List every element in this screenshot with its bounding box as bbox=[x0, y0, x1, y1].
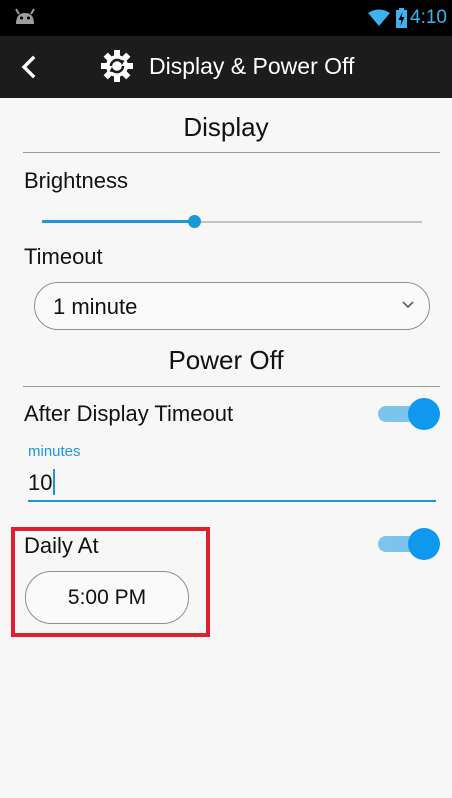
minutes-input-value: 10 bbox=[28, 470, 53, 495]
display-section-title: Display bbox=[183, 112, 269, 142]
status-clock: 4:10 bbox=[410, 7, 447, 28]
daily-time-button[interactable]: 5:00 PM bbox=[25, 571, 189, 624]
status-bar: 4:10 bbox=[0, 0, 452, 36]
wifi-icon bbox=[368, 9, 390, 26]
app-bar: Display & Power Off bbox=[0, 36, 452, 98]
text-caret bbox=[53, 469, 56, 495]
timeout-select-value: 1 minute bbox=[53, 294, 138, 319]
slider-fill bbox=[42, 220, 194, 223]
timeout-select[interactable]: 1 minute bbox=[34, 282, 430, 330]
minutes-field-label: minutes bbox=[28, 443, 81, 460]
android-icon bbox=[15, 8, 35, 24]
after-display-timeout-label: After Display Timeout bbox=[24, 401, 234, 426]
chevron-left-icon bbox=[21, 55, 36, 79]
minutes-input[interactable]: 10 bbox=[28, 468, 436, 502]
gear-refresh-icon bbox=[101, 50, 133, 82]
brightness-label: Brightness bbox=[24, 168, 128, 193]
brightness-slider[interactable] bbox=[42, 212, 422, 232]
slider-thumb[interactable] bbox=[188, 215, 201, 228]
power-off-divider bbox=[23, 386, 440, 387]
battery-charging-icon bbox=[396, 8, 407, 28]
after-display-timeout-toggle[interactable] bbox=[378, 397, 440, 431]
display-divider bbox=[23, 152, 440, 153]
daily-at-toggle[interactable] bbox=[378, 527, 440, 561]
daily-at-label: Daily At bbox=[24, 533, 99, 558]
power-off-section-title: Power Off bbox=[168, 345, 284, 375]
toggle-knob bbox=[408, 398, 440, 430]
back-button[interactable] bbox=[14, 52, 44, 82]
chevron-down-icon bbox=[402, 301, 414, 309]
timeout-label: Timeout bbox=[24, 244, 103, 269]
page-title: Display & Power Off bbox=[149, 53, 355, 79]
toggle-knob bbox=[408, 528, 440, 560]
